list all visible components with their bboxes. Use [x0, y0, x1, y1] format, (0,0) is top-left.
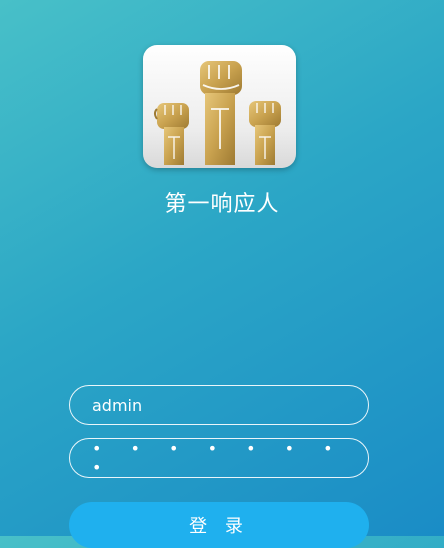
- login-button[interactable]: 登 录: [69, 502, 369, 548]
- raised-fists-icon: [154, 61, 281, 165]
- password-input[interactable]: • • • • • • • •: [92, 439, 346, 477]
- password-field[interactable]: • • • • • • • •: [69, 438, 369, 478]
- app-title: 第一响应人: [164, 192, 280, 217]
- username-input[interactable]: [92, 395, 346, 415]
- app-logo: [143, 45, 296, 168]
- username-field[interactable]: [69, 385, 369, 425]
